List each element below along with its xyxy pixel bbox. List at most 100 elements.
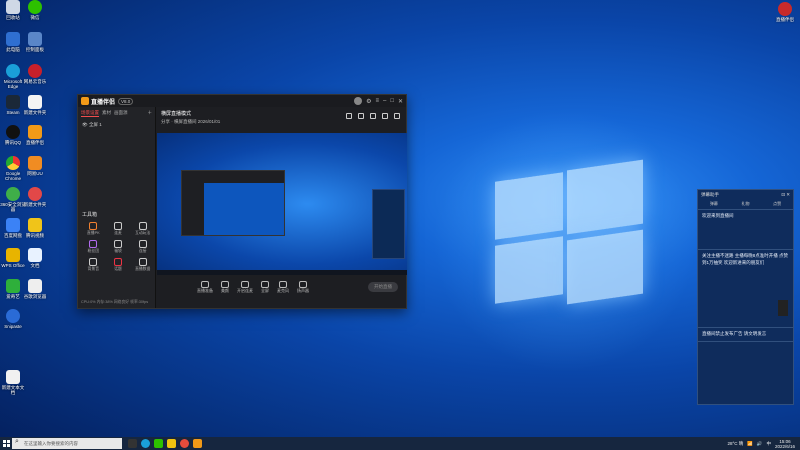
tool-connect[interactable]: 连接 [131,240,154,254]
tool-bgm[interactable]: 背景音 [82,258,105,272]
scene-label: 全屏 1 [88,122,102,127]
taskbar: 在这里输入你要搜索的内容 28°C 晴 📶 🔊 中 15:06 2022/6/1… [0,437,800,450]
mini-taskbar [157,270,407,275]
cloud-icon [6,218,20,232]
minimize-icon[interactable]: – [383,98,386,104]
tool-luckybag[interactable]: 福袋 [107,240,130,254]
prepare-button[interactable]: 直播准备 [197,280,213,294]
browser-360-icon [6,187,20,201]
desktop-icon-docs[interactable]: 文档 [22,248,48,273]
room-bar: 横屏直播模式 分享 · 横屏直播间 2026/01/01 [157,107,406,133]
avatar[interactable] [354,97,363,105]
edge-icon[interactable] [141,439,150,448]
settings-icon[interactable]: ⚙ [366,98,371,105]
room-subtitle: 分享 · 横屏直播间 2026/01/01 [161,119,221,124]
share-icon[interactable] [346,113,352,119]
panel-title: 弹幕助手 [701,192,719,197]
desktop-icon-top-right[interactable]: 直播伴侣 [772,2,798,27]
pin-icon[interactable]: ⊡ ✕ [781,192,790,197]
wps-icon [6,248,20,262]
file-icon [28,95,42,109]
close-icon[interactable]: ✕ [398,98,403,105]
clock[interactable]: 15:06 2022/6/16 [775,439,795,449]
tool-topic[interactable]: 话题 [107,258,130,272]
desktop-icon-snipaste[interactable]: Snipaste [0,309,26,334]
control-panel-icon [28,32,42,46]
desktop-icon-uu[interactable]: 网易UU [22,156,48,181]
message-block: 直播间禁止发布广告 请文明发言 [698,328,793,342]
video-icon [28,218,42,232]
task-view-icon[interactable] [128,439,137,448]
search-box[interactable]: 在这里输入你要搜索的内容 [12,438,122,449]
desktop-icon-google[interactable]: 谷歌浏览器 [22,279,48,304]
volume-icon[interactable]: 🔊 [757,441,763,447]
title-bar[interactable]: 直播伴侣 V8.0 ⚙ ≡ – □ ✕ [78,95,406,107]
tab-sources[interactable]: 画面源 [114,110,128,117]
desktop-icon-control-panel[interactable]: 控制面板 [22,32,48,57]
status-text: CPU:0% 内存:38% 网络良好 帧率:30fps [81,300,149,304]
fullscreen-button[interactable]: 全屏 [261,280,269,294]
message-block: 关注主播不迷路 主播每晚8点准时开播 点赞到1万抽奖 欢迎新进来的朋友们 [698,250,793,328]
stream-preview[interactable] [157,133,407,275]
tab-scenes[interactable]: 场景设置 [81,110,99,117]
text-file-icon [6,370,20,384]
live-assistant-icon[interactable] [193,439,202,448]
folder-icon[interactable] [167,439,176,448]
desktop-icon-txt[interactable]: 新建文本文档 [0,370,26,395]
desktop-icon-wechat[interactable]: 微信 [22,0,48,25]
folder-icon [28,187,42,201]
tool-pk[interactable]: 直播PK [82,222,105,236]
start-live-button[interactable]: 开始直播 [368,282,398,292]
left-panel: 场景设置 素材 画面源 ＋ 👁 全屏 1 工具箱 直播PK 连麦 互动玩法 粉丝… [78,107,156,308]
tool-link[interactable]: 连麦 [107,222,130,236]
tab-materials[interactable]: 素材 [102,110,111,117]
tools-grid: 直播PK 连麦 互动玩法 粉丝团 福袋 连接 背景音 话题 直播数据 [82,222,154,272]
snipaste-icon [6,309,20,323]
add-icon[interactable]: ＋ [148,110,153,117]
mini-panel-preview [372,189,405,259]
beauty-button[interactable]: 美颜 [221,280,229,294]
windows-icon [2,440,10,447]
wechat-icon [28,0,42,14]
version-badge: V8.0 [118,97,134,105]
scene-item[interactable]: 👁 全屏 1 [78,120,155,130]
tool-fans[interactable]: 粉丝团 [82,240,105,254]
document-icon [28,248,42,262]
app-icon [778,2,792,16]
recycle-bin-icon [6,0,20,14]
uu-icon [28,156,42,170]
menu-icon[interactable]: ≡ [375,98,379,104]
center-panel: 横屏直播模式 分享 · 横屏直播间 2026/01/01 直播准备 美颜 开启连… [157,107,407,308]
maximize-icon[interactable]: □ [390,98,394,104]
network-icon[interactable]: 📶 [747,441,753,447]
bell-icon[interactable] [382,113,388,119]
edge-icon [6,64,20,78]
danmaku-panel[interactable]: 弹幕助手 ⊡ ✕ 弹幕 礼物 点赞 欢迎来到直播间 关注主播不迷路 主播每晚8点准… [697,189,794,405]
live-assistant-window[interactable]: 直播伴侣 V8.0 ⚙ ≡ – □ ✕ 场景设置 素材 画面源 ＋ 👁 全屏 1… [77,94,407,309]
weather-text[interactable]: 28°C 晴 [727,441,743,447]
start-button[interactable] [0,437,12,450]
chat-icon[interactable] [370,113,376,119]
wechat-icon[interactable] [154,439,163,448]
chrome-icon[interactable] [180,439,189,448]
microphone-button[interactable]: 麦克风 [277,280,289,294]
tab-gifts[interactable]: 礼物 [741,201,749,207]
music-icon [28,64,42,78]
link-mic-button[interactable]: 开启连麦 [237,280,253,294]
desktop-icon-folder-2[interactable]: 新建文件夹 [22,187,48,212]
desktop-icon-live-assistant[interactable]: 直播伴侣 [22,125,48,150]
desktop-icon-folder[interactable]: 新建文件夹 [22,95,48,120]
control-bar: 直播准备 美颜 开启连麦 全屏 麦克风 扬声器 开始直播 [157,277,406,297]
tab-danmaku[interactable]: 弹幕 [710,201,718,207]
speaker-button[interactable]: 扬声器 [297,280,309,294]
tool-games[interactable]: 互动玩法 [131,222,154,236]
iqiyi-icon [6,279,20,293]
tab-likes[interactable]: 点赞 [773,201,781,207]
more-icon[interactable] [394,113,400,119]
desktop-icon-netease-music[interactable]: 网易云音乐 [22,64,48,89]
gift-icon[interactable] [358,113,364,119]
live-assistant-icon [28,125,42,139]
tool-data[interactable]: 直播数据 [131,258,154,272]
input-lang[interactable]: 中 [766,441,771,447]
desktop-icon-tencent-video[interactable]: 腾讯视频 [22,218,48,243]
